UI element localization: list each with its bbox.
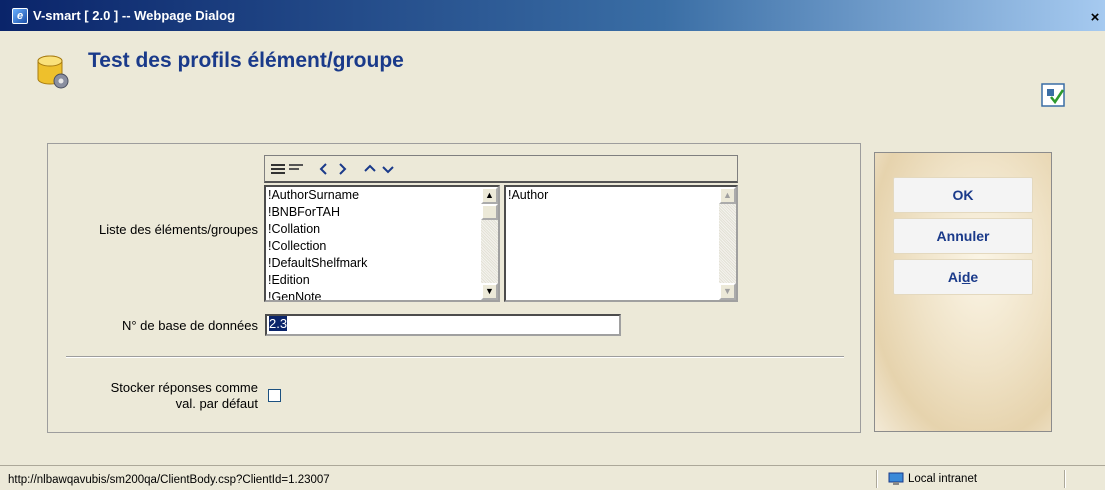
align-left-icon[interactable]	[271, 162, 285, 176]
help-button[interactable]: Aide	[893, 259, 1033, 295]
move-left-icon[interactable]	[317, 162, 331, 176]
move-down-icon[interactable]	[381, 162, 395, 176]
selected-elements-list[interactable]: !Author ▲ ▼	[504, 185, 738, 302]
list-item[interactable]: !Edition	[266, 272, 498, 289]
status-separator	[1064, 470, 1066, 488]
db-number-value: 2.3	[269, 316, 288, 331]
ok-button[interactable]: OK	[893, 177, 1033, 213]
selected-items-container: !Author	[506, 187, 736, 204]
store-default-label: Stocker réponses comme val. par défaut	[62, 380, 258, 412]
help-button-label-suffix: e	[970, 269, 979, 285]
list-item[interactable]: !BNBForTAH	[266, 204, 498, 221]
help-button-label-prefix: Ai	[947, 269, 962, 285]
available-list-scrollbar[interactable]: ▲ ▼	[481, 187, 498, 300]
list-label: Liste des éléments/groupes	[99, 222, 258, 237]
scroll-down-icon[interactable]: ▼	[481, 283, 498, 300]
store-default-label-line1: Stocker réponses comme	[110, 380, 258, 395]
page-title: Test des profils élément/groupe	[88, 49, 404, 72]
available-elements-list[interactable]: !AuthorSurname !BNBForTAH !Collation !Co…	[264, 185, 500, 302]
available-items-container: !AuthorSurname !BNBForTAH !Collation !Co…	[266, 187, 498, 300]
form-divider	[66, 356, 844, 358]
store-default-label-line2: val. par défaut	[175, 396, 258, 411]
db-number-input[interactable]: 2.3	[265, 314, 621, 336]
form-help-icon[interactable]	[1041, 83, 1065, 107]
status-zone: Local intranet	[908, 473, 978, 485]
window-titlebar: e V-smart [ 2.0 ] -- Webpage Dialog ×	[0, 0, 1105, 31]
list-item[interactable]: !GenNote	[266, 289, 498, 300]
close-icon[interactable]: ×	[1087, 10, 1103, 26]
scroll-up-icon[interactable]: ▲	[481, 187, 498, 204]
list-item[interactable]: !Collection	[266, 238, 498, 255]
move-up-icon[interactable]	[363, 162, 377, 176]
local-intranet-icon	[888, 472, 904, 485]
scroll-thumb[interactable]	[481, 204, 498, 220]
list-item[interactable]: !Author	[506, 187, 736, 204]
list-item[interactable]: !Collation	[266, 221, 498, 238]
scroll-down-icon[interactable]: ▼	[719, 283, 736, 300]
move-right-icon[interactable]	[335, 162, 349, 176]
window-title: V-smart [ 2.0 ] -- Webpage Dialog	[33, 8, 236, 23]
database-gear-icon	[37, 55, 69, 89]
db-number-label: N° de base de données	[121, 318, 258, 333]
selected-list-scrollbar[interactable]: ▲ ▼	[719, 187, 736, 300]
list-toolbar	[264, 155, 738, 183]
status-separator	[876, 470, 878, 488]
scroll-up-icon[interactable]: ▲	[719, 187, 736, 204]
list-item[interactable]: !DefaultShelfmark	[266, 255, 498, 272]
cancel-button[interactable]: Annuler	[893, 218, 1033, 254]
store-default-checkbox[interactable]	[268, 389, 281, 402]
list-item[interactable]: !AuthorSurname	[266, 187, 498, 204]
status-bar: http://nlbawqavubis/sm200qa/ClientBody.c…	[0, 465, 1105, 490]
status-url: http://nlbawqavubis/sm200qa/ClientBody.c…	[8, 474, 330, 486]
align-right-icon[interactable]	[289, 162, 303, 176]
ie-app-icon: e	[12, 8, 28, 24]
